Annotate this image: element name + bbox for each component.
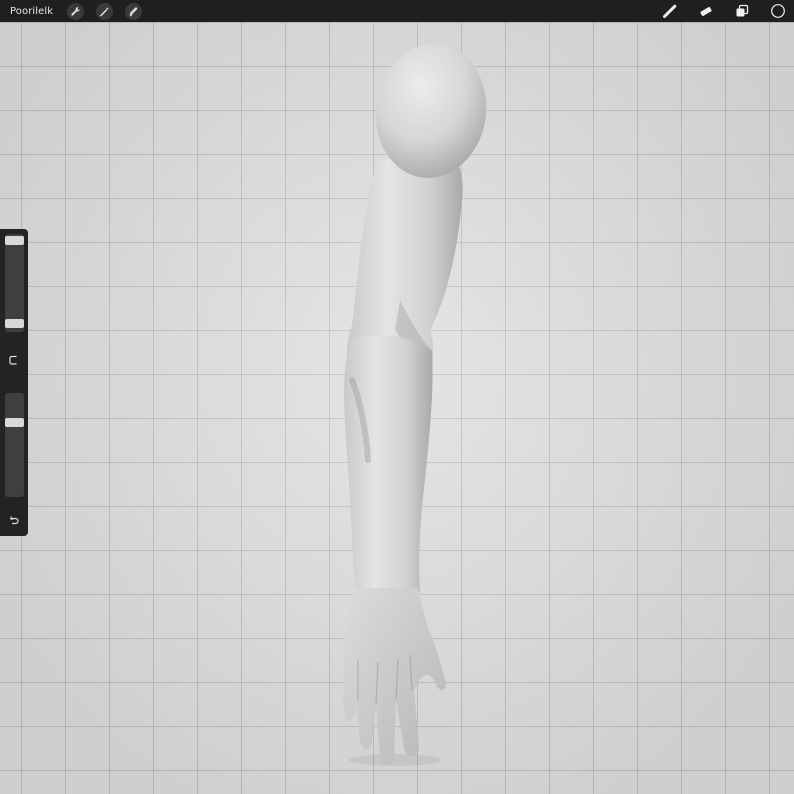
eraser-icon[interactable] <box>697 2 715 20</box>
opacity-slider-handle[interactable] <box>5 418 24 427</box>
brush-size-slider-handle[interactable] <box>5 319 24 328</box>
procreate-app: Poorilelk <box>0 0 794 794</box>
brush-icon[interactable] <box>661 2 679 20</box>
canvas-vignette <box>0 22 794 794</box>
brush-size-slider-top-handle[interactable] <box>5 236 24 245</box>
color-icon[interactable] <box>769 2 787 20</box>
opacity-slider[interactable] <box>5 393 24 497</box>
brush-size-slider[interactable] <box>5 234 24 332</box>
selection-icon[interactable] <box>125 2 143 20</box>
undo-button[interactable] <box>4 510 24 530</box>
tool-group <box>661 0 794 22</box>
undo-icon <box>10 516 19 525</box>
top-toolbar: Poorilelk <box>0 0 794 22</box>
wrench-icon[interactable] <box>67 2 85 20</box>
modify-button[interactable] <box>4 350 24 370</box>
magic-wand-icon[interactable] <box>96 2 114 20</box>
left-sidebar <box>0 229 28 536</box>
modify-square-icon <box>9 355 17 365</box>
gallery-button[interactable]: Poorilelk <box>10 6 53 17</box>
layers-icon[interactable] <box>733 2 751 20</box>
drawing-canvas[interactable] <box>0 22 794 794</box>
